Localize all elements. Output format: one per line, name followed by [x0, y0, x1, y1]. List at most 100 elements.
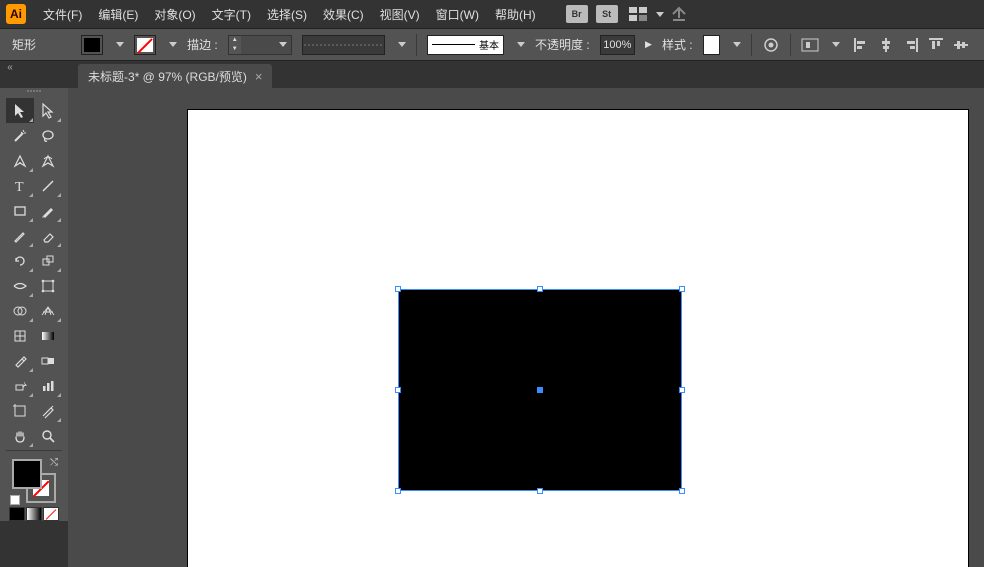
menu-file[interactable]: 文件(F) — [36, 2, 89, 27]
recolor-artwork-icon[interactable] — [761, 34, 779, 56]
column-graph-tool[interactable] — [34, 373, 62, 398]
chevron-down-icon[interactable] — [116, 42, 124, 47]
swap-fill-stroke-icon[interactable]: ⤭ — [50, 457, 58, 468]
align-hcenter-icon[interactable] — [875, 34, 897, 56]
free-transform-tool[interactable] — [34, 273, 62, 298]
fill-indicator[interactable] — [12, 459, 42, 489]
stroke-weight-value[interactable] — [241, 36, 275, 54]
work-area[interactable] — [68, 88, 984, 567]
arrange-documents-icon[interactable] — [629, 7, 647, 21]
resize-handle-mr[interactable] — [679, 387, 685, 393]
chevron-down-icon[interactable] — [656, 12, 664, 17]
collapse-panels-icon[interactable]: « — [4, 61, 16, 73]
line-segment-tool[interactable] — [34, 173, 62, 198]
stroke-weight-field[interactable]: ▲▼ — [228, 35, 292, 55]
pencil-tool[interactable] — [6, 223, 34, 248]
resize-handle-br[interactable] — [679, 488, 685, 494]
divider — [790, 34, 791, 56]
hand-tool[interactable] — [6, 423, 34, 448]
perspective-grid-tool[interactable] — [34, 298, 62, 323]
document-tab[interactable]: 未标题-3* @ 97% (RGB/预览) × — [78, 64, 272, 88]
paintbrush-tool[interactable] — [34, 198, 62, 223]
magic-wand-tool[interactable] — [6, 123, 34, 148]
brush-name: 基本 — [479, 37, 499, 52]
color-mode-row — [9, 507, 59, 521]
lasso-tool[interactable] — [34, 123, 62, 148]
brush-definition-dropdown[interactable]: 基本 — [427, 35, 504, 55]
opacity-slider-toggle[interactable]: ▶ — [645, 39, 652, 50]
sync-settings-icon[interactable] — [670, 6, 688, 22]
stock-badge[interactable]: St — [596, 5, 618, 23]
menu-window[interactable]: 窗口(W) — [429, 2, 486, 27]
color-mode-none[interactable] — [43, 507, 59, 521]
align-left-icon[interactable] — [850, 34, 872, 56]
color-mode-solid[interactable] — [9, 507, 25, 521]
type-tool[interactable]: T — [6, 173, 34, 198]
align-right-icon[interactable] — [900, 34, 922, 56]
slice-tool[interactable] — [34, 398, 62, 423]
tools-panel: T ⤭ — [0, 88, 68, 521]
align-to-selection-icon[interactable] — [801, 34, 819, 56]
direct-selection-tool[interactable] — [34, 98, 62, 123]
symbol-sprayer-tool[interactable] — [6, 373, 34, 398]
selection-tool[interactable] — [6, 98, 34, 123]
fill-stroke-indicator[interactable]: ⤭ — [10, 457, 58, 505]
align-top-icon[interactable] — [925, 34, 947, 56]
mesh-tool[interactable] — [6, 323, 34, 348]
align-buttons-group — [850, 34, 972, 56]
rotate-tool[interactable] — [6, 248, 34, 273]
document-tab-title: 未标题-3* @ 97% (RGB/预览) — [88, 68, 247, 85]
menu-select[interactable]: 选择(S) — [260, 2, 314, 27]
scale-tool[interactable] — [34, 248, 62, 273]
resize-handle-tm[interactable] — [537, 286, 543, 292]
curvature-tool[interactable] — [34, 148, 62, 173]
fill-swatch[interactable] — [81, 35, 103, 55]
panel-grip[interactable] — [15, 90, 53, 96]
resize-handle-tl[interactable] — [395, 286, 401, 292]
align-vcenter-icon[interactable] — [950, 34, 972, 56]
pen-tool[interactable] — [6, 148, 34, 173]
color-mode-gradient[interactable] — [26, 507, 42, 521]
resize-handle-tr[interactable] — [679, 286, 685, 292]
graphic-style-swatch[interactable] — [703, 35, 720, 55]
style-label: 样式 : — [662, 36, 693, 53]
chevron-down-icon[interactable] — [279, 42, 287, 47]
menu-effect[interactable]: 效果(C) — [316, 2, 371, 27]
menu-edit[interactable]: 编辑(E) — [91, 2, 145, 27]
rectangle-tool[interactable] — [6, 198, 34, 223]
selection-kind-label: 矩形 — [12, 36, 36, 53]
shape-builder-tool[interactable] — [6, 298, 34, 323]
resize-handle-bl[interactable] — [395, 488, 401, 494]
bridge-badge[interactable]: Br — [566, 5, 588, 23]
chevron-down-icon[interactable] — [733, 42, 741, 47]
close-icon[interactable]: × — [255, 69, 263, 84]
stroke-swatch[interactable] — [134, 35, 156, 55]
artboard-tool[interactable] — [6, 398, 34, 423]
eraser-tool[interactable] — [34, 223, 62, 248]
spin-up[interactable]: ▲ — [229, 36, 241, 45]
default-fill-stroke-icon[interactable] — [10, 495, 20, 505]
control-bar: 矩形 描边 : ▲▼ 基本 不透明度 : 100% ▶ 样式 : — [0, 28, 984, 61]
svg-text:T: T — [15, 180, 24, 193]
chevron-down-icon[interactable] — [832, 42, 840, 47]
stroke-profile-dropdown[interactable] — [302, 35, 386, 55]
menu-help[interactable]: 帮助(H) — [488, 2, 543, 27]
spin-down[interactable]: ▼ — [229, 45, 241, 54]
resize-handle-bm[interactable] — [537, 488, 543, 494]
resize-handle-ml[interactable] — [395, 387, 401, 393]
chevron-down-icon[interactable] — [169, 42, 177, 47]
menu-object[interactable]: 对象(O) — [147, 2, 202, 27]
divider — [416, 34, 417, 56]
zoom-tool[interactable] — [34, 423, 62, 448]
selected-rectangle[interactable] — [395, 286, 685, 494]
chevron-down-icon[interactable] — [398, 42, 406, 47]
selection-center-icon[interactable] — [537, 387, 543, 393]
chevron-down-icon[interactable] — [517, 42, 525, 47]
blend-tool[interactable] — [34, 348, 62, 373]
menu-type[interactable]: 文字(T) — [205, 2, 258, 27]
eyedropper-tool[interactable] — [6, 348, 34, 373]
width-tool[interactable] — [6, 273, 34, 298]
menu-view[interactable]: 视图(V) — [373, 2, 427, 27]
gradient-tool[interactable] — [34, 323, 62, 348]
opacity-field[interactable]: 100% — [600, 35, 635, 55]
